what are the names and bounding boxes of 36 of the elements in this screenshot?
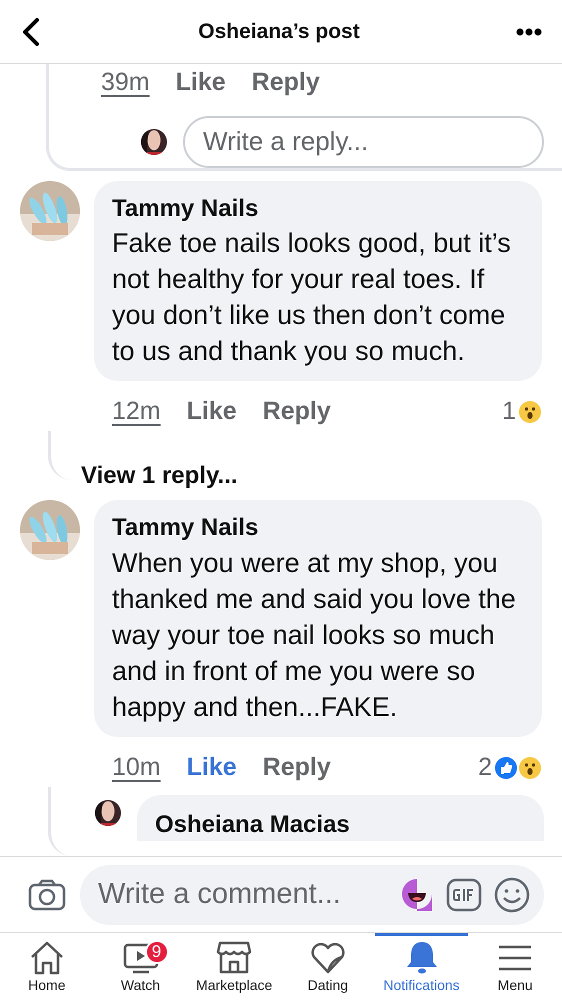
like-link[interactable]: Like — [176, 64, 226, 102]
timestamp[interactable]: 10m — [112, 749, 161, 787]
surprised-face-icon — [518, 400, 542, 424]
like-link[interactable]: Like — [186, 749, 237, 787]
reply-link[interactable]: Reply — [262, 393, 331, 431]
notification-count: 9 — [144, 940, 168, 964]
nav-tab[interactable]: Home — [0, 933, 94, 1000]
nav-tab[interactable]: Notifications — [374, 933, 468, 1000]
timestamp[interactable]: 39m — [101, 64, 150, 102]
comment-field[interactable]: Write a comment... — [80, 864, 544, 924]
camera-icon[interactable] — [28, 878, 66, 910]
back-icon[interactable] — [20, 16, 42, 46]
surprised-face-icon — [518, 756, 542, 780]
comment-text: When you were at my shop, you thanked me and said you love the way your toe nail looks so much and in front of me you were so happy and then...FAKE. — [112, 546, 517, 724]
reply-link[interactable]: Reply — [262, 749, 331, 787]
timestamp[interactable]: 12m — [112, 393, 161, 431]
reply-field[interactable]: Write a reply... — [183, 116, 544, 168]
author-name[interactable]: Tammy Nails — [112, 512, 524, 545]
reaction-count: 1 — [502, 396, 516, 428]
post-title: Osheiana’s post — [198, 18, 360, 45]
nav-tab[interactable]: Menu — [468, 933, 562, 1000]
gif-icon[interactable] — [446, 878, 482, 912]
comment-text: Fake toe nails looks good, but it’s not healthy for your real toes. If you don’t like us then don’t come to us and thank you so much. — [112, 226, 512, 368]
author-name[interactable]: Tammy Nails — [112, 192, 524, 225]
reply-link[interactable]: Reply — [252, 64, 320, 102]
storefront-icon — [215, 939, 254, 975]
sticker-icon[interactable] — [400, 876, 434, 912]
reaction-count: 2 — [478, 752, 492, 784]
emoji-icon[interactable] — [494, 876, 530, 912]
like-link[interactable]: Like — [186, 393, 237, 431]
thumbs-up-icon — [494, 756, 518, 780]
nav-tab[interactable]: Watch 9 — [94, 933, 188, 1000]
more-icon[interactable] — [516, 26, 542, 36]
author-name[interactable]: Osheiana Macias — [155, 808, 526, 842]
nav-tab[interactable]: Marketplace — [187, 933, 282, 1000]
nav-tab[interactable]: Dating — [281, 933, 375, 1000]
